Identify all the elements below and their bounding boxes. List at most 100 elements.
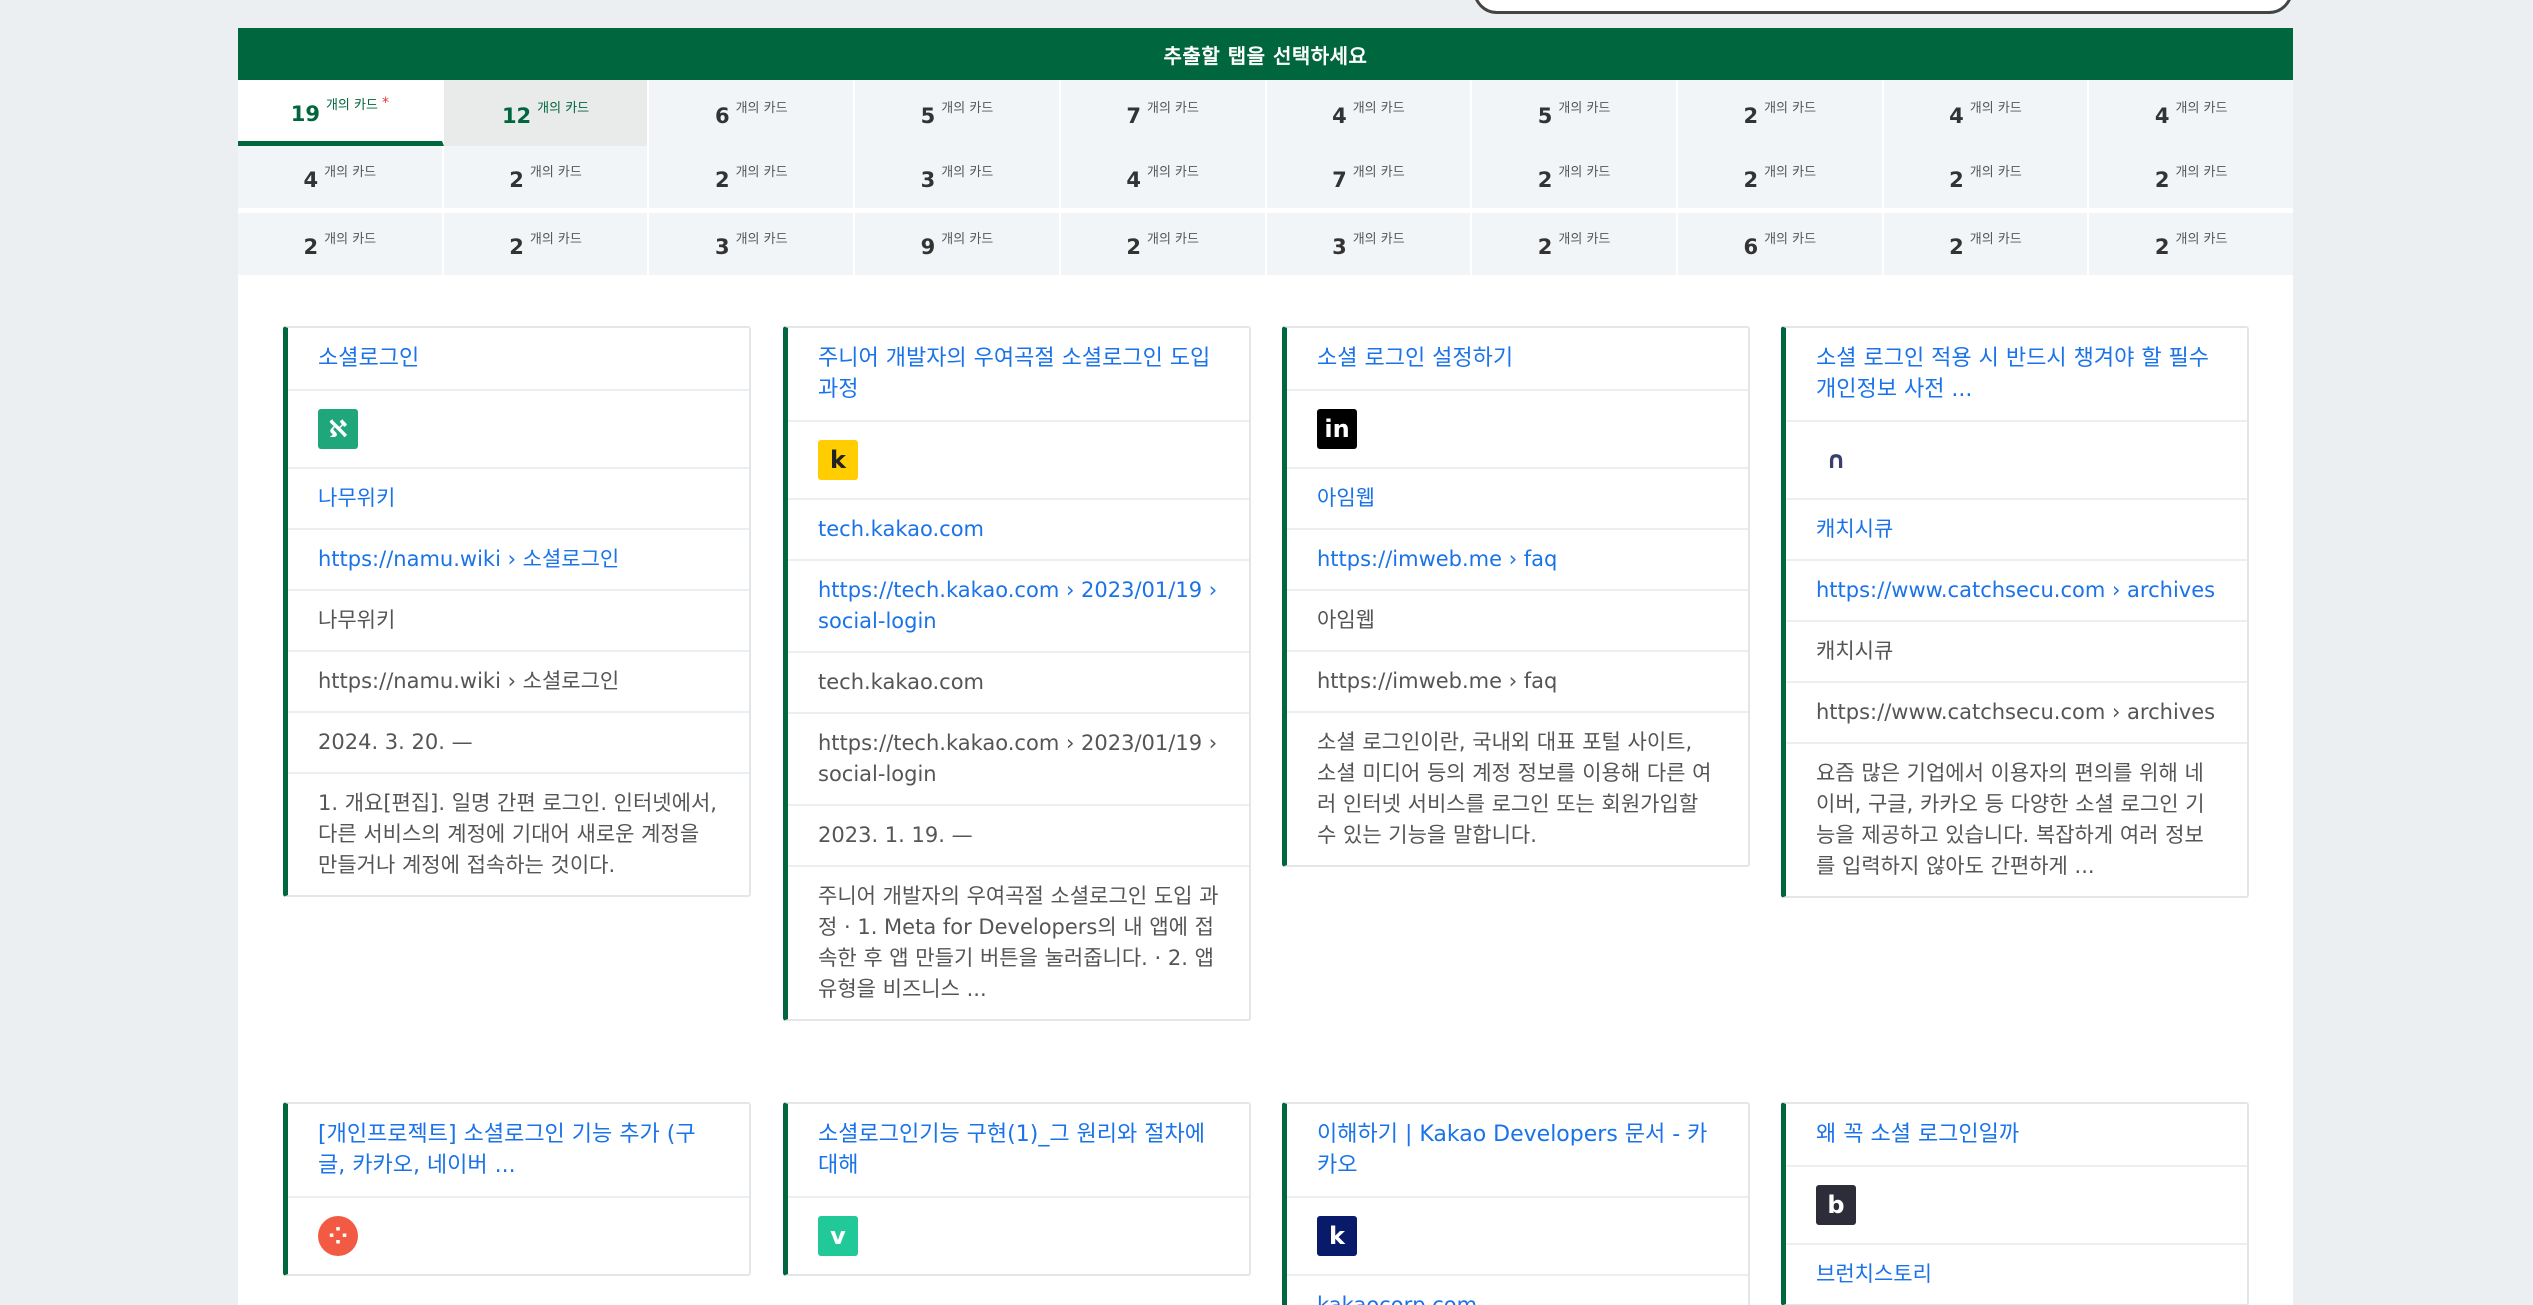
tab-unit: 개의 카드 [1146,100,1199,116]
card-url-link[interactable]: https://imweb.me › faq [1287,530,1748,591]
card-title-link[interactable]: 소셜 로그인 설정하기 [1287,328,1748,391]
tab-23[interactable]: 3 개의 카드 [649,213,856,275]
card-title-link[interactable]: 소셜로그인기능 구현(1)_그 원리와 절차에 대해 [788,1104,1249,1198]
tab-7[interactable]: 5 개의 카드 [1472,80,1678,146]
tab-unit: 개의 카드 [735,231,788,247]
tab-count: 4 [303,168,319,192]
result-card: 소셜 로그인 적용 시 반드시 챙겨야 할 필수 개인정보 사전 ... ∩ 캐치시… [1781,326,2249,898]
card-url-link[interactable]: https://www.catchsecu.com › archives [1786,561,2247,622]
tistory-icon: ⁘ [318,1216,358,1256]
tab-1[interactable]: 19 개의 카드 * [238,80,444,146]
card-site-link[interactable]: kakaocorp.com [1287,1276,1748,1305]
tab-unit: 개의 카드 [1352,100,1405,116]
card-url-link[interactable]: https://tech.kakao.com › 2023/01/19 › so… [788,561,1249,653]
tab-16[interactable]: 7 개의 카드 [1266,146,1473,208]
tab-4[interactable]: 5 개의 카드 [855,80,1061,146]
card-title-link[interactable]: 주니어 개발자의 우여곡절 소셜로그인 도입 과정 [788,328,1249,422]
result-card: 소셜로그인 ℵ 나무위키 https://namu.wiki › 소셜로그인 나무위키 h… [283,326,751,897]
tab-unit: 개의 카드 [2175,231,2228,247]
tab-unit: 개의 카드 [941,231,994,247]
tab-5[interactable]: 7 개의 카드 [1060,80,1267,146]
card-date: 2024. 3. 20. — [288,713,749,774]
result-card: [개인프로젝트] 소셜로그인 기능 추가 (구글, 카카오, 네이버 ... ⁘ [283,1102,751,1276]
required-marker: * [381,94,389,111]
tab-25[interactable]: 2 개의 카드 [1060,213,1267,275]
tab-count: 2 [509,168,524,192]
tab-17[interactable]: 2 개의 카드 [1472,146,1678,208]
card-site-link[interactable]: 브런치스토리 [1786,1245,2247,1304]
tab-22[interactable]: 2 개의 카드 [443,213,650,275]
card-url-link[interactable]: https://namu.wiki › 소셜로그인 [288,530,749,591]
card-favicon-row: ∩ [1786,422,2247,500]
tab-15[interactable]: 4 개의 카드 [1060,146,1267,208]
tab-29[interactable]: 2 개의 카드 [1883,213,2090,275]
tab-30[interactable]: 2 개의 카드 [2089,213,2294,275]
tab-2[interactable]: 12 개의 카드 [443,80,650,146]
card-site-link[interactable]: tech.kakao.com [788,500,1249,561]
tab-unit: 개의 카드 [2175,164,2228,180]
tab-11[interactable]: 4 개의 카드 [238,146,444,208]
tab-12[interactable]: 2 개의 카드 [443,146,650,208]
card-site-text: 아임웹 [1287,591,1748,652]
tab-6[interactable]: 4 개의 카드 [1266,80,1473,146]
tab-unit: 개의 카드 [529,231,582,247]
tab-13[interactable]: 2 개의 카드 [649,146,856,208]
tab-27[interactable]: 2 개의 카드 [1472,213,1678,275]
tab-unit: 개의 카드 [1969,231,2022,247]
tab-count: 6 [714,104,730,128]
tab-unit: 개의 카드 [1764,164,1817,180]
card-title-link[interactable]: 소셜로그인 [288,328,749,391]
tab-count: 2 [714,168,730,192]
tab-28[interactable]: 6 개의 카드 [1677,213,1884,275]
velog-icon: v [818,1216,858,1256]
brunch-icon: b [1816,1185,1856,1225]
card-favicon-row: v [788,1198,1249,1274]
tab-unit: 개의 카드 [1764,100,1817,116]
card-title-link[interactable]: [개인프로젝트] 소셜로그인 기능 추가 (구글, 카카오, 네이버 ... [288,1104,749,1198]
tab-unit: 개의 카드 [1352,164,1405,180]
tab-24[interactable]: 9 개의 카드 [855,213,1061,275]
tab-unit: 개의 카드 [1558,231,1611,247]
card-site-link[interactable]: 나무위키 [288,469,749,530]
card-site-text: tech.kakao.com [788,653,1249,714]
card-favicon-row: ⁘ [288,1198,749,1274]
tab-10[interactable]: 4 개의 카드 [2089,80,2294,146]
tab-unit: 개의 카드 [1146,164,1199,180]
result-card: 이해하기 | Kakao Developers 문서 - 카카오 k kakaoco… [1282,1102,1750,1305]
tab-9[interactable]: 4 개의 카드 [1883,80,2090,146]
card-favicon-row: ℵ [288,391,749,469]
tab-3[interactable]: 6 개의 카드 [649,80,856,146]
card-site-link[interactable]: 캐치시큐 [1786,500,2247,561]
result-card: 왜 꼭 소셜 로그인일까 b 브런치스토리 [1781,1102,2249,1305]
tab-19[interactable]: 2 개의 카드 [1883,146,2090,208]
tab-count: 2 [1743,168,1759,192]
card-site-link[interactable]: 아임웹 [1287,469,1748,530]
tab-unit: 개의 카드 [735,164,788,180]
imweb-icon: in [1317,409,1357,449]
tab-14[interactable]: 3 개의 카드 [855,146,1061,208]
tab-count: 2 [1949,168,1964,192]
card-title-link[interactable]: 이해하기 | Kakao Developers 문서 - 카카오 [1287,1104,1748,1198]
tab-20[interactable]: 2 개의 카드 [2089,146,2294,208]
tab-unit: 개의 카드 [325,98,378,113]
card-title-link[interactable]: 소셜 로그인 적용 시 반드시 챙겨야 할 필수 개인정보 사전 ... [1786,328,2247,422]
result-card: 소셜 로그인 설정하기 in 아임웹 https://imweb.me › faq 아임… [1282,326,1750,867]
card-snippet: 주니어 개발자의 우여곡절 소셜로그인 도입 과정 · 1. Meta for … [818,884,1219,1001]
tab-count: 7 [1332,168,1347,192]
search-box-edge[interactable] [1473,0,2293,14]
tab-21[interactable]: 2 개의 카드 [238,213,444,275]
tab-18[interactable]: 2 개의 카드 [1677,146,1884,208]
card-title-link[interactable]: 왜 꼭 소셜 로그인일까 [1786,1104,2247,1167]
tab-count: 2 [1537,235,1553,259]
tab-26[interactable]: 3 개의 카드 [1266,213,1473,275]
card-url-text: https://tech.kakao.com › 2023/01/19 › so… [788,714,1249,806]
tab-count: 6 [1743,235,1759,259]
tab-unit: 개의 카드 [941,100,994,116]
tab-count: 2 [1537,168,1553,192]
tab-count: 2 [303,235,319,259]
tab-count: 2 [2154,168,2170,192]
tab-8[interactable]: 2 개의 카드 [1677,80,1884,146]
tab-count: 19 [290,101,320,126]
kakaocorp-icon: k [1317,1216,1357,1256]
card-favicon-row: k [1287,1198,1748,1276]
